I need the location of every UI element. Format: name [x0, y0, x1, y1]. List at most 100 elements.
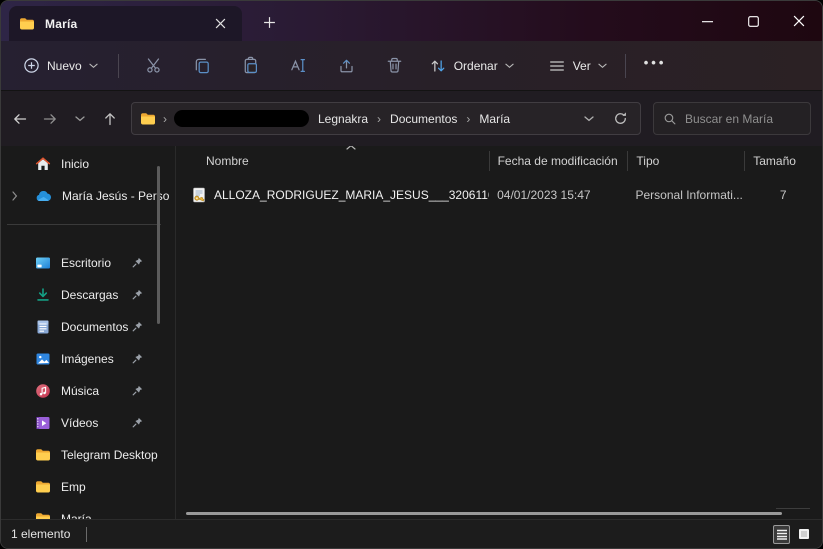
arrow-up-icon	[102, 111, 118, 127]
sidebar-item-videos[interactable]: Vídeos	[5, 407, 169, 439]
details-view-button[interactable]	[773, 525, 790, 544]
address-bar[interactable]: › Legnakra › Documentos › María	[131, 102, 641, 135]
share-button[interactable]	[327, 49, 367, 83]
tab-title: María	[45, 17, 198, 31]
arrow-left-icon	[12, 111, 28, 127]
file-explorer-window: María Nuevo	[0, 0, 823, 549]
certificate-icon	[191, 187, 207, 203]
folder-icon	[35, 511, 51, 519]
toolbar-divider	[118, 54, 119, 78]
sidebar-item-label: Imágenes	[61, 352, 169, 366]
share-icon	[337, 56, 356, 75]
cut-button[interactable]	[135, 49, 175, 83]
paste-icon	[241, 56, 260, 75]
sidebar-item-escritorio[interactable]: Escritorio	[5, 247, 169, 279]
column-header-modified[interactable]: Fecha de modificación	[490, 148, 628, 174]
rename-button[interactable]	[279, 49, 319, 83]
sidebar-item-maria[interactable]: María	[5, 503, 169, 519]
column-header-size[interactable]: Tamaño	[745, 148, 822, 174]
sidebar-item-label: Descargas	[61, 288, 169, 302]
chevron-down-icon	[584, 116, 594, 122]
breadcrumb-item[interactable]: María	[477, 109, 512, 129]
tab-close-icon[interactable]	[208, 12, 232, 36]
chevron-down-icon	[598, 63, 607, 69]
details-view-icon	[776, 528, 788, 541]
toolbar-divider	[625, 54, 626, 78]
explorer-body: Inicio María Jesús - Perso Escritorio De…	[1, 146, 822, 519]
copy-button[interactable]	[183, 49, 223, 83]
back-button[interactable]	[5, 103, 35, 135]
new-tab-button[interactable]	[257, 10, 281, 34]
sidebar-item-telegram-desktop[interactable]: Telegram Desktop	[5, 439, 169, 471]
column-header-type[interactable]: Tipo	[628, 148, 744, 174]
arrow-right-icon	[42, 111, 58, 127]
sidebar-scrollbar[interactable]	[157, 166, 160, 324]
documents-icon	[35, 319, 51, 335]
paste-button[interactable]	[231, 49, 271, 83]
breadcrumb-separator: ›	[377, 112, 381, 126]
file-type: Personal Informati...	[628, 188, 744, 202]
new-button[interactable]: Nuevo	[15, 51, 106, 80]
folder-icon	[140, 111, 156, 127]
explorer-tab[interactable]: María	[9, 6, 242, 41]
view-button[interactable]: Ver	[540, 51, 615, 81]
sidebar-item-imagenes[interactable]: Imágenes	[5, 343, 169, 375]
search-box[interactable]	[653, 102, 811, 135]
close-button[interactable]	[776, 1, 822, 41]
refresh-button[interactable]	[608, 107, 632, 131]
sidebar-item-documentos[interactable]: Documentos	[5, 311, 169, 343]
recent-locations-button[interactable]	[65, 103, 95, 135]
new-button-label: Nuevo	[47, 59, 82, 73]
sidebar-item-descargas[interactable]: Descargas	[5, 279, 169, 311]
horizontal-scrollbar[interactable]	[186, 512, 782, 515]
up-button[interactable]	[95, 103, 125, 135]
sidebar-item-inicio[interactable]: Inicio	[5, 148, 169, 180]
thumbnail-view-icon	[799, 529, 809, 539]
search-input[interactable]	[685, 112, 795, 126]
more-options-button[interactable]: •••	[636, 49, 675, 82]
search-icon	[663, 112, 677, 126]
delete-button[interactable]	[375, 49, 415, 83]
ellipsis-icon: •••	[644, 55, 667, 76]
rename-icon	[289, 56, 308, 75]
sort-ascending-icon	[346, 146, 356, 150]
breadcrumb-separator: ›	[466, 112, 470, 126]
music-icon	[35, 383, 51, 399]
address-dropdown-button[interactable]	[577, 107, 601, 131]
sidebar-item-label: Emp	[61, 480, 169, 494]
file-modified-date: 04/01/2023 15:47	[489, 188, 627, 202]
sidebar-item-musica[interactable]: Música	[5, 375, 169, 407]
statusbar-divider	[86, 527, 87, 542]
window-controls	[684, 1, 822, 41]
command-bar: Nuevo Ordenar	[1, 41, 822, 91]
sidebar-item-label: Música	[61, 384, 169, 398]
sidebar-item-emp[interactable]: Emp	[5, 471, 169, 503]
breadcrumb-item[interactable]: Legnakra	[316, 109, 370, 129]
chevron-down-icon	[75, 116, 85, 122]
sort-button[interactable]: Ordenar	[421, 51, 522, 81]
copy-icon	[193, 56, 212, 75]
folder-icon	[35, 479, 51, 495]
minimize-button[interactable]	[684, 1, 730, 41]
view-button-label: Ver	[573, 59, 591, 73]
sidebar-item-maria-jesus-perso[interactable]: María Jesús - Perso	[5, 180, 169, 212]
downloads-icon	[35, 287, 51, 303]
sidebar-divider	[7, 224, 161, 225]
scissors-icon	[145, 56, 164, 75]
view-lines-icon	[548, 57, 566, 75]
thumbnail-view-button[interactable]	[795, 525, 812, 544]
folder-icon	[35, 447, 51, 463]
chevron-down-icon	[89, 63, 98, 69]
chevron-right-icon[interactable]	[12, 191, 18, 201]
home-icon	[35, 156, 51, 172]
file-row[interactable]: ALLOZA_RODRIGUEZ_MARIA_JESUS___32061164S…	[186, 182, 822, 208]
pin-icon	[132, 417, 143, 428]
maximize-button[interactable]	[730, 1, 776, 41]
forward-button[interactable]	[35, 103, 65, 135]
pin-icon	[132, 353, 143, 364]
sort-button-label: Ordenar	[454, 59, 498, 73]
column-header-name[interactable]: Nombre	[186, 148, 489, 174]
breadcrumb-item[interactable]: Documentos	[388, 109, 459, 129]
onedrive-icon	[35, 188, 52, 205]
pin-icon	[132, 385, 143, 396]
